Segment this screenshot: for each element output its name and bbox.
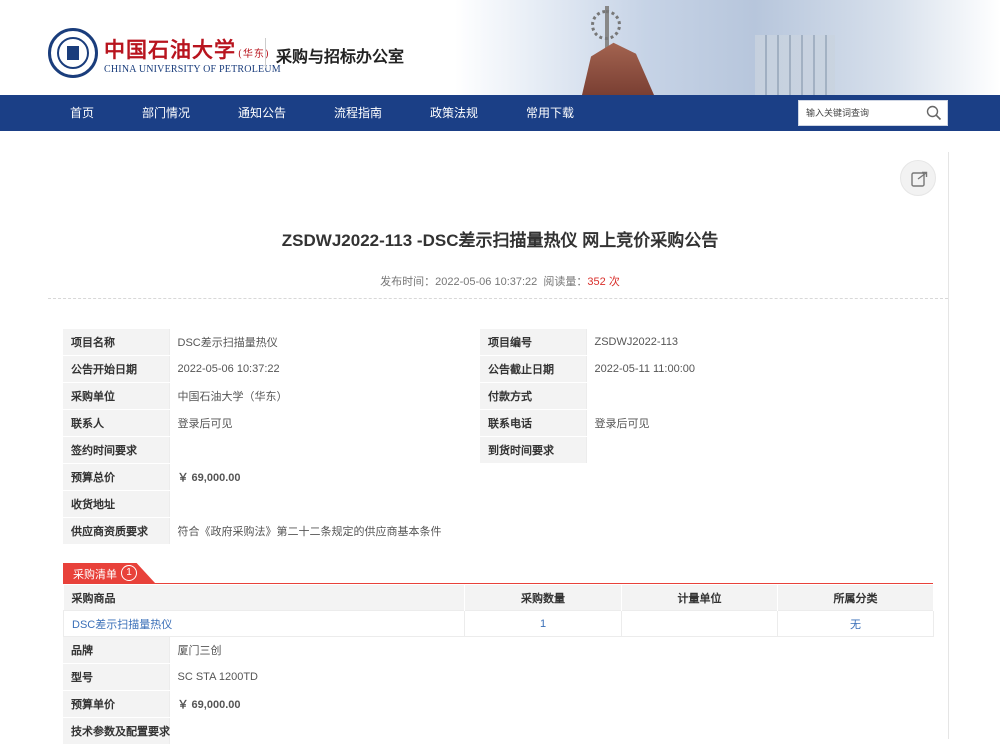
table-row: 收货地址 bbox=[63, 490, 933, 518]
publish-label: 发布时间： bbox=[380, 276, 436, 288]
address-label: 收货地址 bbox=[63, 490, 169, 518]
header-banner-image bbox=[455, 0, 1000, 95]
nav-item-process-guide[interactable]: 流程指南 bbox=[334, 95, 382, 131]
seal-emblem bbox=[67, 46, 79, 60]
tech-spec-label: 技术参数及配置要求 bbox=[63, 717, 170, 745]
article-title: ZSDWJ2022-113 -DSC差示扫描量热仪 网上竞价采购公告 bbox=[281, 231, 719, 250]
logo-divider bbox=[265, 38, 266, 68]
col-product: 采购商品 bbox=[63, 585, 465, 611]
project-info-table: 项目名称 DSC差示扫描量热仪 项目编号 ZSDWJ2022-113 公告开始日… bbox=[63, 329, 933, 545]
table-row[interactable]: DSC差示扫描量热仪 1 无 bbox=[63, 610, 934, 637]
nav-item-department[interactable]: 部门情况 bbox=[142, 95, 190, 131]
start-date-label: 公告开始日期 bbox=[63, 355, 169, 383]
seal-inner-ring bbox=[57, 37, 89, 69]
project-no-value: ZSDWJ2022-113 bbox=[585, 329, 933, 356]
view-count: 352 次 bbox=[587, 276, 620, 288]
address-value bbox=[168, 490, 933, 518]
tech-spec-value bbox=[168, 717, 933, 745]
university-name-en: CHINA UNIVERSITY OF PETROLEUM bbox=[104, 64, 281, 75]
col-category: 所属分类 bbox=[777, 585, 934, 611]
tab-label: 采购清单 bbox=[73, 569, 117, 581]
nav-item-policies[interactable]: 政策法规 bbox=[430, 95, 478, 131]
table-header-row: 采购商品 采购数量 计量单位 所属分类 bbox=[63, 585, 934, 611]
nav-item-home[interactable]: 首页 bbox=[70, 95, 94, 131]
search-input[interactable] bbox=[799, 101, 926, 125]
model-label: 型号 bbox=[63, 663, 169, 691]
qualification-label: 供应商资质要求 bbox=[63, 517, 169, 545]
banner-sculpture bbox=[582, 42, 654, 95]
university-seal-logo[interactable] bbox=[48, 28, 98, 78]
table-row: 预算总价 ￥ 69,000.00 bbox=[63, 463, 933, 491]
delivery-time-value bbox=[585, 436, 933, 464]
tab-underline bbox=[63, 583, 933, 584]
phone-value: 登录后可见 bbox=[585, 409, 933, 437]
category-cell: 无 bbox=[777, 610, 934, 637]
table-row: 品牌 厦门三创 bbox=[63, 637, 933, 664]
sign-time-label: 签约时间要求 bbox=[63, 436, 169, 464]
col-quantity: 采购数量 bbox=[464, 585, 622, 611]
payment-value bbox=[585, 382, 933, 410]
procurement-list-tab[interactable]: 采购清单 1 bbox=[63, 563, 155, 583]
contact-value: 登录后可见 bbox=[168, 409, 480, 437]
unit-price-value: ￥ 69,000.00 bbox=[168, 690, 933, 718]
share-button[interactable] bbox=[900, 160, 936, 196]
sign-time-value bbox=[168, 436, 480, 464]
nav-item-downloads[interactable]: 常用下载 bbox=[526, 95, 574, 131]
end-date-label: 公告截止日期 bbox=[480, 355, 586, 383]
qualification-value: 符合《政府采购法》第二十二条规定的供应商基本条件 bbox=[168, 517, 933, 545]
payment-label: 付款方式 bbox=[480, 382, 586, 410]
banner-building bbox=[755, 35, 835, 95]
table-row: 联系人 登录后可见 联系电话 登录后可见 bbox=[63, 409, 933, 437]
site-header: 中国石油大学 (华东) CHINA UNIVERSITY OF PETROLEUM… bbox=[0, 0, 1000, 95]
table-row: 项目名称 DSC差示扫描量热仪 项目编号 ZSDWJ2022-113 bbox=[63, 329, 933, 356]
start-date-value: 2022-05-06 10:37:22 bbox=[168, 355, 480, 383]
end-date-value: 2022-05-11 11:00:00 bbox=[585, 355, 933, 383]
product-detail-table: 品牌 厦门三创 型号 SC STA 1200TD 预算单价 ￥ 69,000.0… bbox=[63, 637, 933, 745]
quantity-cell: 1 bbox=[464, 610, 622, 637]
unit-cell bbox=[621, 610, 778, 637]
publish-time: 2022-05-06 10:37:22 bbox=[435, 276, 538, 288]
site-title: 采购与招标办公室 bbox=[276, 49, 405, 66]
budget-total-label: 预算总价 bbox=[63, 463, 169, 491]
project-name-value: DSC差示扫描量热仪 bbox=[168, 329, 480, 356]
brand-value: 厦门三创 bbox=[168, 637, 933, 664]
title-divider bbox=[48, 298, 948, 299]
search-box bbox=[798, 100, 948, 126]
brand-label: 品牌 bbox=[63, 637, 169, 664]
share-icon bbox=[911, 171, 928, 187]
unit-price-label: 预算单价 bbox=[63, 690, 169, 718]
buyer-value: 中国石油大学（华东） bbox=[168, 382, 480, 410]
views-label: 阅读量： bbox=[543, 276, 588, 288]
table-row: 公告开始日期 2022-05-06 10:37:22 公告截止日期 2022-0… bbox=[63, 355, 933, 383]
phone-label: 联系电话 bbox=[480, 409, 586, 437]
banner-sculpture-sun bbox=[591, 10, 621, 40]
budget-total-value: ￥ 69,000.00 bbox=[168, 463, 933, 491]
search-icon[interactable] bbox=[925, 104, 943, 122]
buyer-label: 采购单位 bbox=[63, 382, 169, 410]
tab-count-badge: 1 bbox=[121, 565, 137, 581]
product-link[interactable]: DSC差示扫描量热仪 bbox=[63, 610, 465, 637]
contact-label: 联系人 bbox=[63, 409, 169, 437]
article-meta: 发布时间：2022-05-06 10:37:22 阅读量：352 次 bbox=[0, 273, 1000, 289]
table-row: 技术参数及配置要求 bbox=[63, 717, 933, 745]
nav-item-notices[interactable]: 通知公告 bbox=[238, 95, 286, 131]
delivery-time-label: 到货时间要求 bbox=[480, 436, 586, 464]
university-name-cn: 中国石油大学 (华东) bbox=[104, 34, 270, 64]
table-row: 预算单价 ￥ 69,000.00 bbox=[63, 690, 933, 718]
project-name-label: 项目名称 bbox=[63, 329, 169, 356]
model-value: SC STA 1200TD bbox=[168, 663, 933, 691]
col-unit: 计量单位 bbox=[621, 585, 778, 611]
university-name-cn-text: 中国石油大学 bbox=[104, 37, 236, 62]
table-row: 供应商资质要求 符合《政府采购法》第二十二条规定的供应商基本条件 bbox=[63, 517, 933, 545]
table-row: 采购单位 中国石油大学（华东） 付款方式 bbox=[63, 382, 933, 410]
project-no-label: 项目编号 bbox=[480, 329, 586, 356]
table-row: 型号 SC STA 1200TD bbox=[63, 663, 933, 691]
table-row: 签约时间要求 到货时间要求 bbox=[63, 436, 933, 464]
procurement-table: 采购商品 采购数量 计量单位 所属分类 DSC差示扫描量热仪 1 无 bbox=[63, 585, 934, 637]
